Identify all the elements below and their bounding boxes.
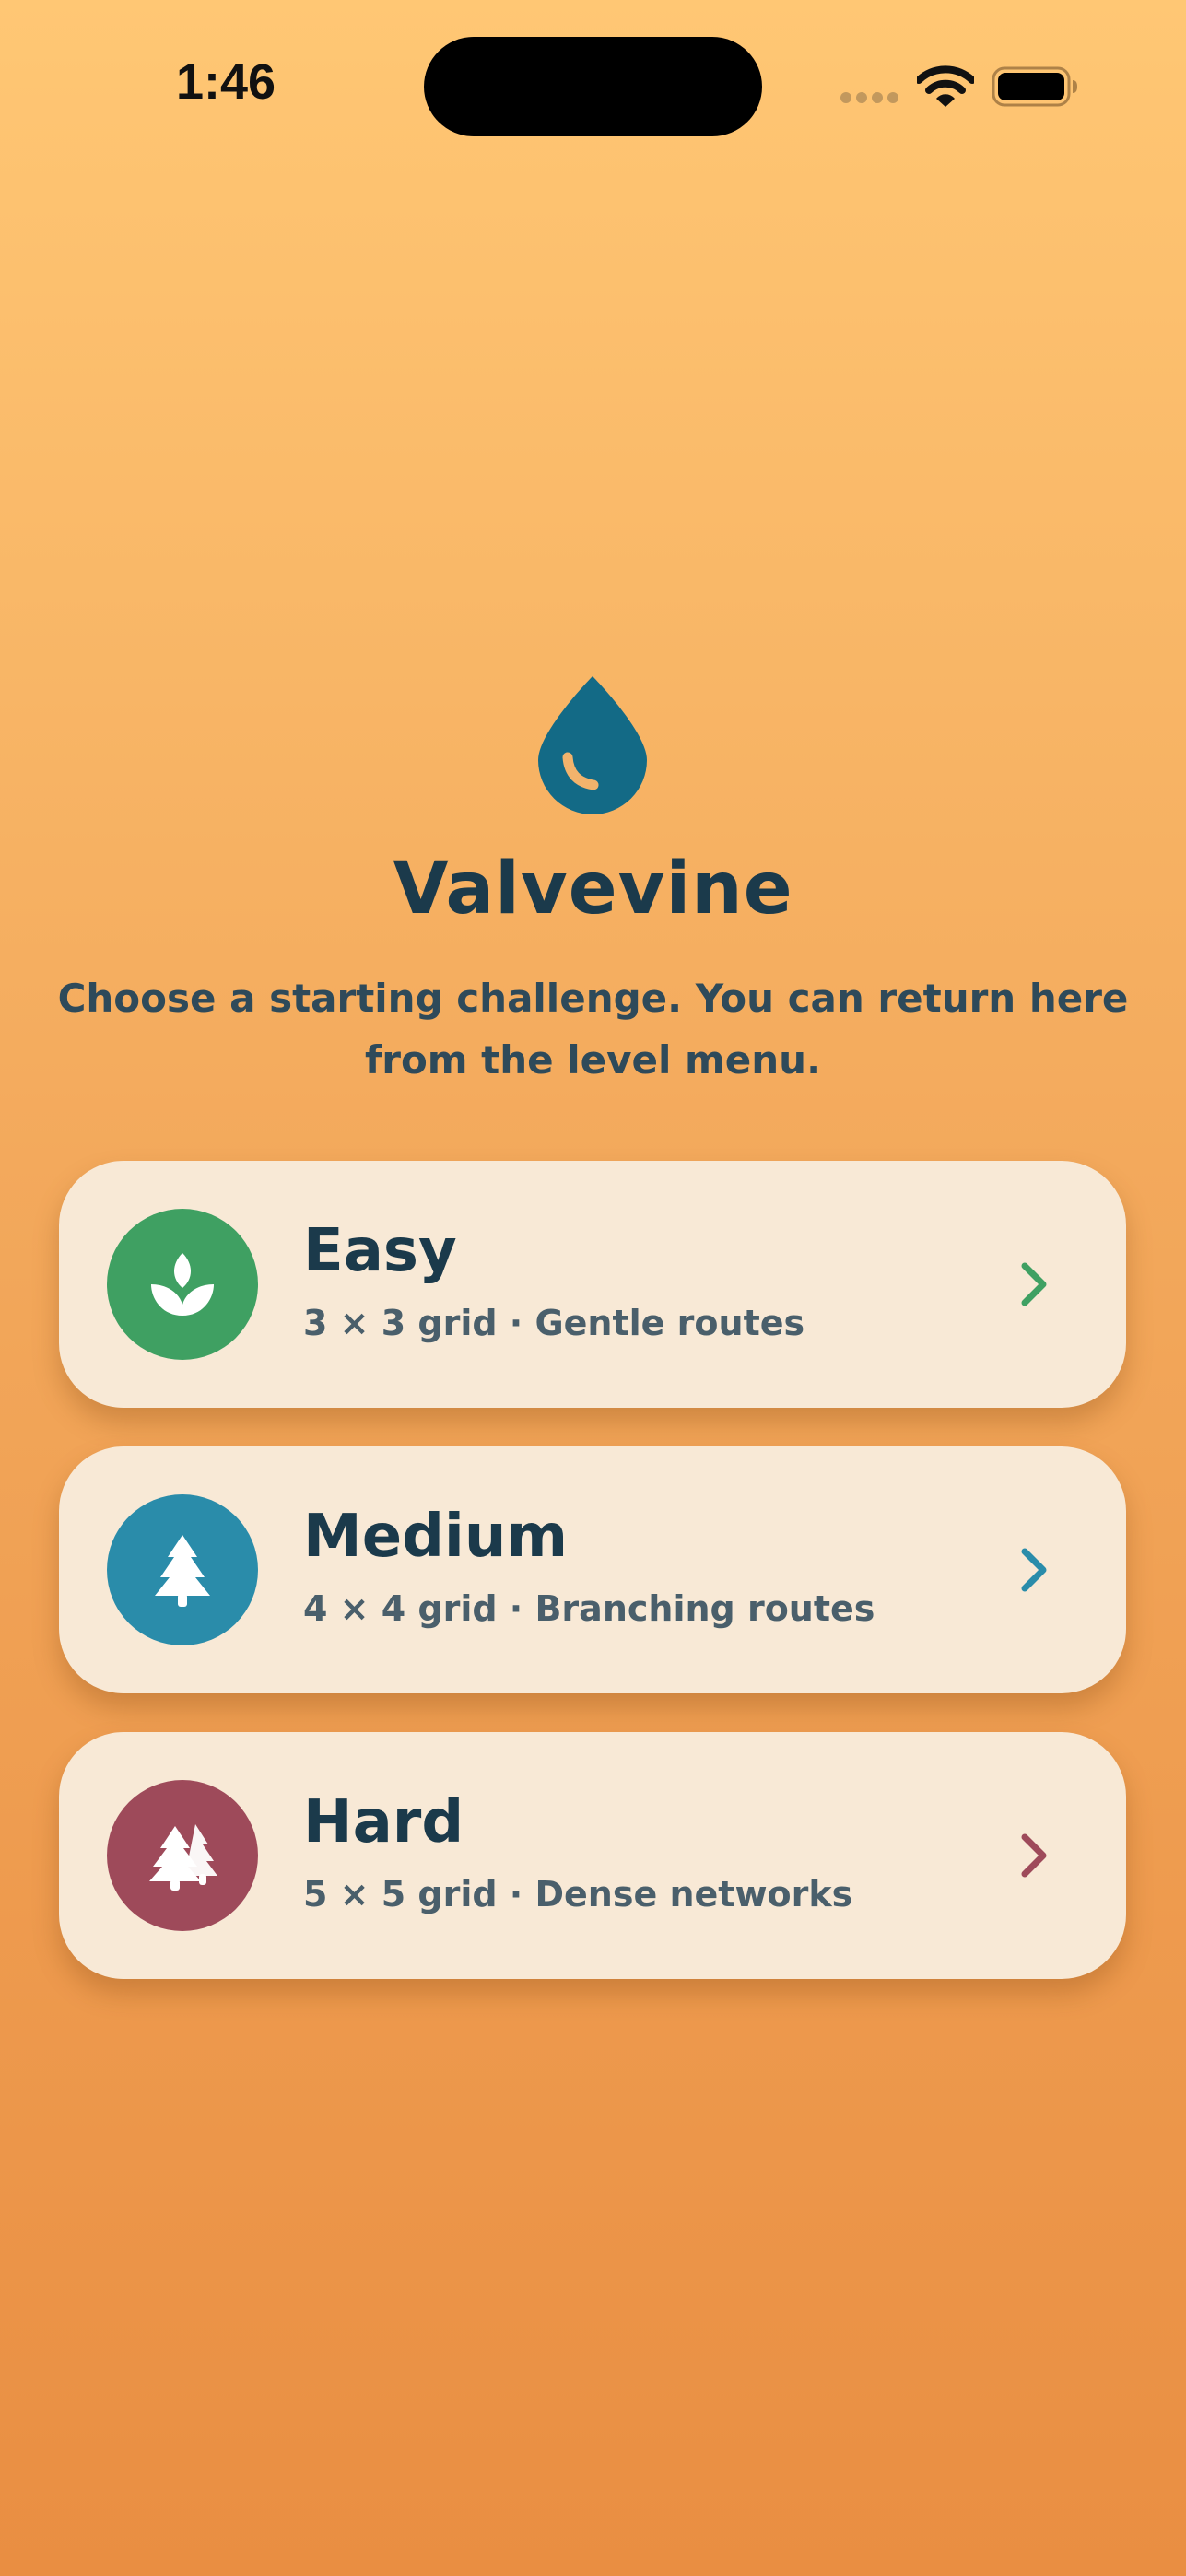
level-detail-easy: 3 × 3 grid · Gentle routes [303,1303,805,1343]
tree-icon [155,1535,210,1607]
level-select-screen: 1:46 Valvevine Choose a starting challen… [0,0,1186,2576]
level-card-hard[interactable]: Hard 5 × 5 grid · Dense networks [59,1732,1126,1979]
dynamic-island [424,37,762,136]
chevron-right-icon [1021,1262,1047,1306]
level-card-medium[interactable]: Medium 4 × 4 grid · Branching routes [59,1446,1126,1693]
level-badge-easy [107,1209,258,1360]
level-detail-hard: 5 × 5 grid · Dense networks [303,1874,853,1914]
chevron-right-icon [1021,1833,1047,1878]
app-title: Valvevine [393,848,793,931]
water-drop-icon [538,676,647,814]
level-badge-medium [107,1494,258,1645]
cellular-signal-icon [840,92,901,105]
forest-icon [149,1824,217,1891]
sprout-icon [151,1253,214,1316]
level-title-hard: Hard [303,1788,464,1856]
wifi-icon [917,65,974,107]
status-time: 1:46 [175,54,276,110]
level-badge-hard [107,1780,258,1931]
level-title-medium: Medium [303,1503,569,1571]
level-card-easy[interactable]: Easy 3 × 3 grid · Gentle routes [59,1161,1126,1408]
battery-icon [992,66,1077,107]
level-title-easy: Easy [303,1217,457,1285]
level-detail-medium: 4 × 4 grid · Branching routes [303,1588,875,1629]
chevron-right-icon [1021,1548,1047,1592]
app-subtitle: Choose a starting challenge. You can ret… [57,976,1129,1083]
